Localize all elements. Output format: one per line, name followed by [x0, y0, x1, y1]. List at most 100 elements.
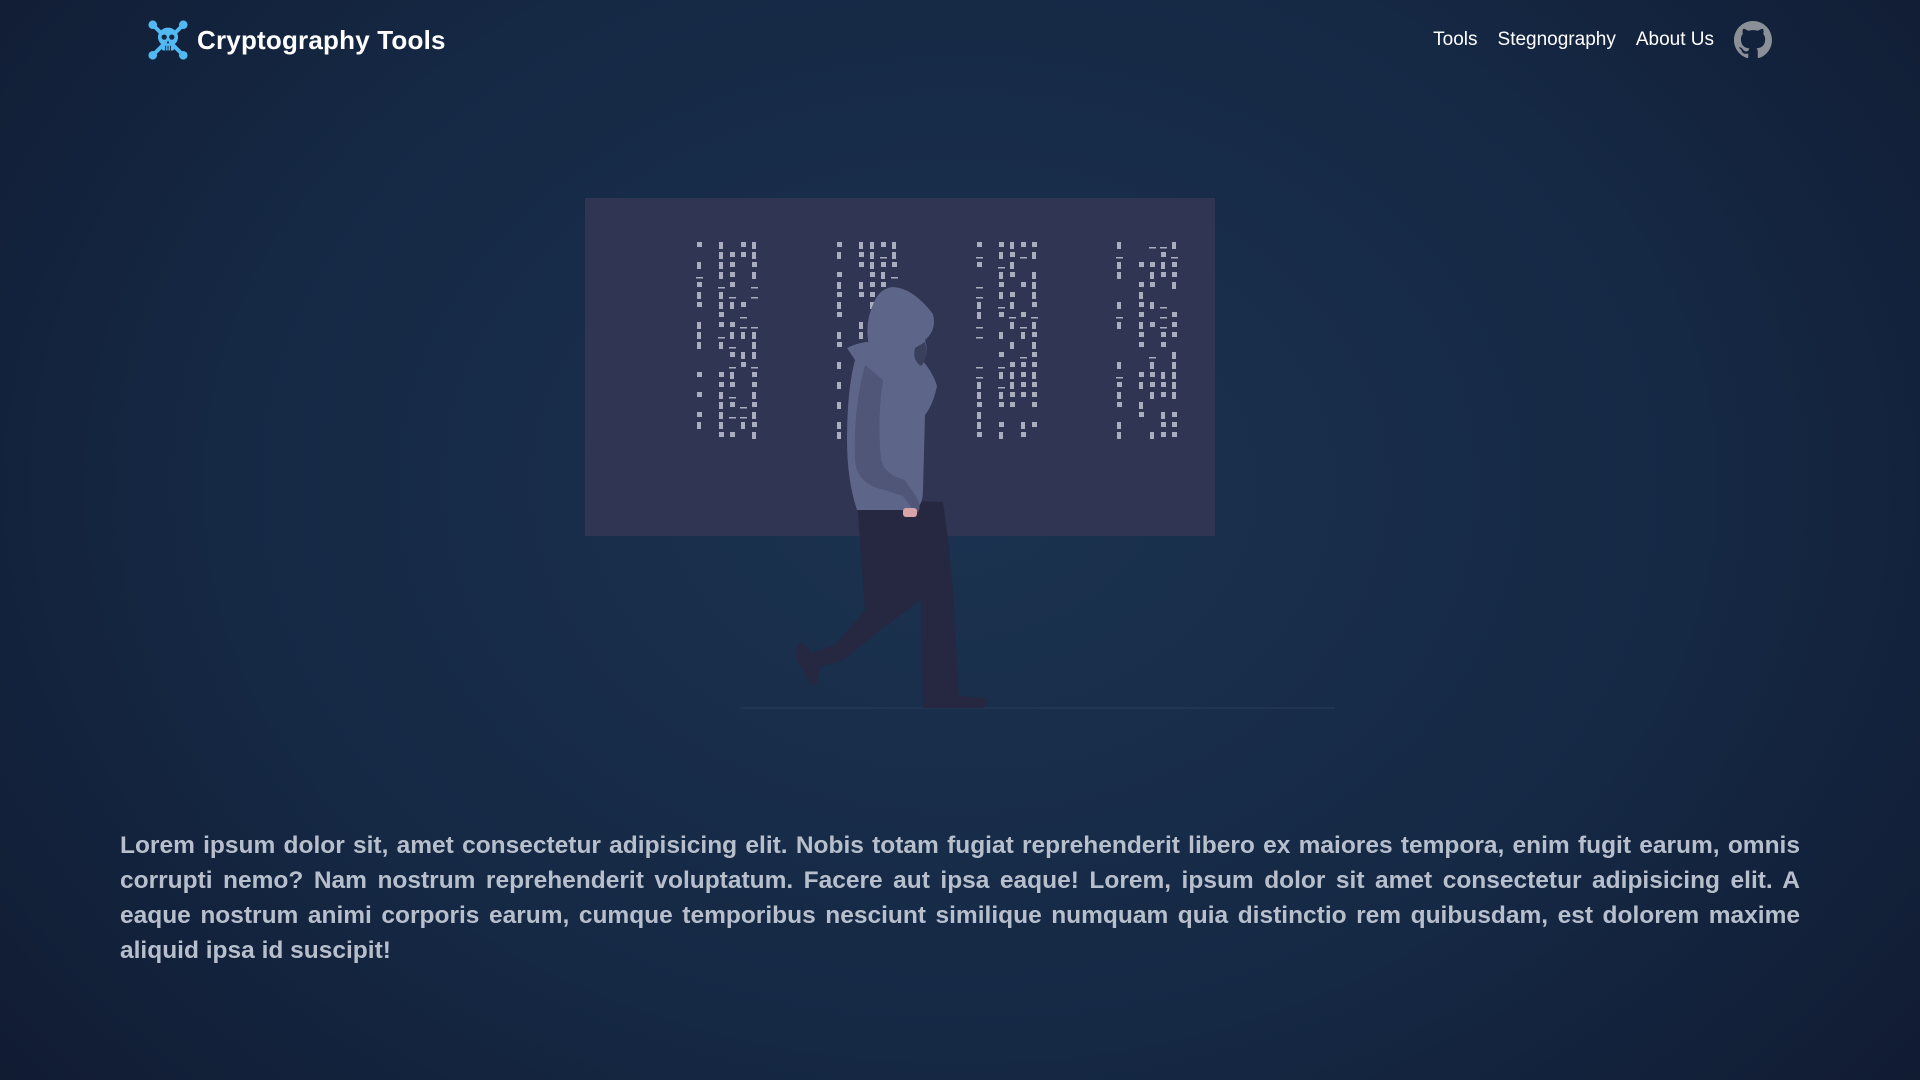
github-icon[interactable] — [1734, 21, 1772, 59]
code-glyph — [719, 292, 723, 299]
code-glyph — [1139, 372, 1144, 377]
nav-link-about-us[interactable]: About Us — [1636, 29, 1714, 51]
code-glyph — [1160, 307, 1167, 309]
code-glyph — [730, 352, 735, 357]
code-glyph — [752, 402, 757, 407]
code-glyph — [999, 292, 1003, 299]
code-glyph — [697, 332, 701, 339]
code-glyph — [741, 422, 745, 429]
code-glyph — [1117, 382, 1122, 387]
code-glyph — [719, 272, 723, 279]
code-glyph — [751, 367, 758, 369]
code-glyph — [837, 292, 842, 297]
code-glyph — [1139, 342, 1144, 347]
code-glyph — [1032, 422, 1037, 427]
code-glyph — [1116, 377, 1123, 379]
code-glyph — [976, 287, 983, 289]
code-glyph — [977, 302, 981, 309]
code-glyph — [752, 262, 757, 267]
code-glyph — [1171, 257, 1178, 259]
code-glyph — [977, 262, 982, 267]
code-glyph — [752, 412, 756, 419]
code-glyph — [719, 312, 724, 317]
code-glyph — [1021, 332, 1025, 339]
code-glyph — [740, 317, 747, 319]
code-glyph — [1010, 402, 1015, 407]
code-glyph — [1161, 392, 1166, 397]
code-glyph — [999, 432, 1003, 439]
code-glyph — [837, 242, 842, 247]
code-glyph — [752, 272, 756, 279]
code-glyph — [1139, 292, 1143, 299]
code-glyph — [859, 332, 863, 339]
nav-link-tools[interactable]: Tools — [1433, 29, 1477, 51]
code-glyph — [719, 402, 723, 409]
code-glyph — [697, 372, 702, 377]
brand-link[interactable]: Cryptography Tools — [147, 17, 446, 63]
code-glyph — [977, 412, 981, 419]
code-glyph — [741, 242, 746, 247]
code-glyph — [1139, 412, 1144, 417]
code-glyph — [697, 302, 702, 307]
code-glyph — [752, 352, 756, 359]
code-glyph — [730, 372, 734, 379]
code-glyph — [719, 262, 723, 269]
code-glyph — [1160, 247, 1167, 249]
code-glyph — [881, 242, 886, 247]
code-glyph — [1150, 392, 1154, 399]
code-glyph — [697, 242, 702, 247]
code-glyph — [999, 252, 1003, 259]
code-glyph — [1149, 357, 1156, 359]
code-glyph — [730, 252, 735, 257]
code-glyph — [1010, 302, 1014, 309]
code-glyph — [719, 412, 723, 419]
code-glyph — [1021, 312, 1026, 317]
code-glyph — [1172, 422, 1177, 427]
code-glyph — [1150, 372, 1155, 377]
code-glyph — [730, 282, 735, 287]
code-glyph — [1032, 332, 1037, 337]
code-glyph — [881, 272, 885, 279]
code-glyph — [976, 327, 983, 329]
code-glyph — [1032, 342, 1036, 349]
code-glyph — [730, 302, 734, 309]
nav-link-stegnography[interactable]: Stegnography — [1498, 29, 1616, 51]
code-glyph — [999, 272, 1003, 279]
code-glyph — [999, 402, 1004, 407]
code-glyph — [1172, 312, 1177, 317]
code-glyph — [1161, 422, 1166, 427]
code-glyph — [1032, 272, 1036, 279]
code-glyph — [730, 332, 734, 339]
code-glyph — [999, 372, 1003, 379]
code-glyph — [870, 292, 875, 297]
code-glyph — [1160, 327, 1167, 329]
code-glyph — [1172, 272, 1177, 277]
code-glyph — [859, 322, 863, 329]
code-glyph — [1172, 322, 1177, 327]
code-glyph — [999, 312, 1004, 317]
code-glyph — [977, 422, 981, 429]
code-glyph — [1161, 382, 1166, 387]
code-glyph — [1161, 372, 1165, 379]
code-glyph — [998, 267, 1005, 269]
code-glyph — [1172, 352, 1176, 359]
intro-paragraph: Lorem ipsum dolor sit, amet consectetur … — [120, 832, 1800, 964]
code-glyph — [837, 432, 841, 439]
code-glyph — [1139, 282, 1144, 287]
code-glyph — [1139, 402, 1143, 409]
code-glyph — [1021, 362, 1026, 367]
code-glyph — [1010, 292, 1015, 297]
code-glyph — [1010, 342, 1014, 349]
code-glyph — [1172, 412, 1177, 417]
code-glyph — [1139, 382, 1143, 389]
code-glyph — [1172, 332, 1177, 337]
code-glyph — [719, 322, 724, 327]
code-glyph — [1172, 382, 1176, 389]
code-glyph — [752, 252, 756, 259]
code-glyph — [1021, 242, 1026, 247]
code-glyph — [730, 272, 735, 277]
code-glyph — [718, 287, 725, 289]
code-glyph — [1117, 422, 1121, 429]
nav-links: Tools Stegnography About Us — [1433, 18, 1772, 62]
code-glyph — [1021, 382, 1026, 387]
